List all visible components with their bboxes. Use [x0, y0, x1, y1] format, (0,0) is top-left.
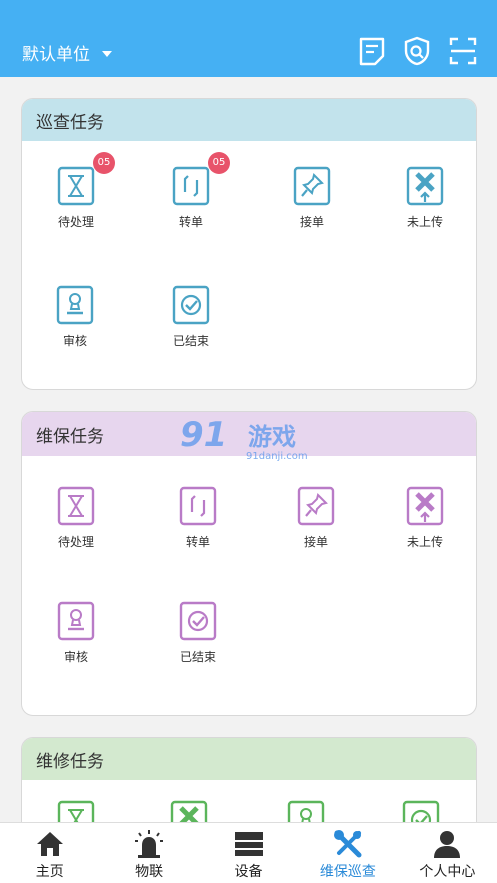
maintain-finished[interactable]: 已结束	[158, 601, 238, 665]
bottom-tab-bar: 主页 物联 设备 维保巡查 个人中心	[0, 822, 497, 883]
tile-label: 已结束	[172, 334, 209, 348]
hourglass-icon	[57, 166, 95, 206]
tile-label: 未上传	[406, 215, 443, 229]
not-uploaded-icon	[406, 166, 444, 206]
tile-label: 审核	[63, 650, 88, 664]
pin-icon	[297, 486, 335, 526]
chevron-down-icon	[102, 51, 112, 57]
device-icon	[234, 832, 263, 856]
card-title: 巡查任务	[22, 99, 476, 141]
stamp-icon	[57, 601, 95, 641]
unit-selector[interactable]: 默认单位	[22, 40, 112, 65]
tab-home[interactable]: 主页	[0, 823, 99, 883]
maintenance-task-card: 维保任务 待处理 转单 接单 未上传 审核 已结束	[21, 411, 477, 716]
tile-label: 待处理	[57, 535, 94, 549]
tab-iot[interactable]: 物联	[99, 823, 198, 883]
tile-label: 待处理	[57, 215, 94, 229]
check-circle-icon	[172, 285, 210, 325]
count-badge: 05	[208, 152, 230, 174]
tab-maintenance-patrol[interactable]: 维保巡查	[298, 823, 397, 883]
person-icon	[434, 831, 461, 858]
transfer-icon	[179, 486, 217, 526]
shield-search-icon[interactable]	[403, 36, 431, 66]
tab-label: 设备	[234, 864, 263, 880]
card-title: 维修任务	[22, 738, 476, 780]
card-title: 维保任务	[22, 412, 476, 456]
notes-icon[interactable]	[358, 36, 386, 66]
tile-label: 已结束	[179, 650, 216, 664]
maintain-review[interactable]: 审核	[36, 601, 116, 665]
top-bar: 默认单位	[0, 0, 497, 77]
transfer-icon	[172, 166, 210, 206]
stamp-icon	[56, 285, 94, 325]
tab-device[interactable]: 设备	[199, 823, 298, 883]
scan-icon[interactable]	[449, 36, 477, 66]
patrol-not-uploaded[interactable]: 未上传	[385, 166, 465, 230]
tile-label: 接单	[303, 535, 328, 549]
home-icon	[36, 832, 63, 856]
patrol-review[interactable]: 审核	[35, 285, 115, 349]
maintain-pending[interactable]: 待处理	[36, 486, 116, 550]
patrol-finished[interactable]: 已结束	[151, 285, 231, 349]
tab-profile[interactable]: 个人中心	[398, 823, 497, 883]
alarm-light-icon	[135, 830, 164, 858]
patrol-pending[interactable]: 05 待处理	[36, 152, 116, 230]
tile-label: 转单	[178, 215, 203, 229]
pin-icon	[293, 166, 331, 206]
tile-label: 未上传	[406, 535, 443, 549]
patrol-task-card: 巡查任务 05 待处理 05 转单 接单 未上传 审核 已结束	[21, 98, 477, 390]
maintain-transfer[interactable]: 转单	[158, 486, 238, 550]
patrol-transfer[interactable]: 05 转单	[151, 152, 231, 230]
patrol-accept[interactable]: 接单	[272, 166, 352, 230]
maintain-accept[interactable]: 接单	[276, 486, 356, 550]
not-uploaded-icon	[406, 486, 444, 526]
check-circle-icon	[179, 601, 217, 641]
tools-icon	[333, 830, 362, 858]
maintain-not-uploaded[interactable]: 未上传	[385, 486, 465, 550]
tab-label: 主页	[35, 864, 64, 880]
tab-label: 维保巡查	[319, 864, 376, 880]
unit-label: 默认单位	[22, 45, 90, 65]
hourglass-icon	[57, 486, 95, 526]
tile-label: 转单	[185, 535, 210, 549]
tile-label: 接单	[299, 215, 324, 229]
count-badge: 05	[93, 152, 115, 174]
tile-label: 审核	[62, 334, 87, 348]
tab-label: 个人中心	[419, 864, 476, 880]
tab-label: 物联	[135, 864, 164, 880]
